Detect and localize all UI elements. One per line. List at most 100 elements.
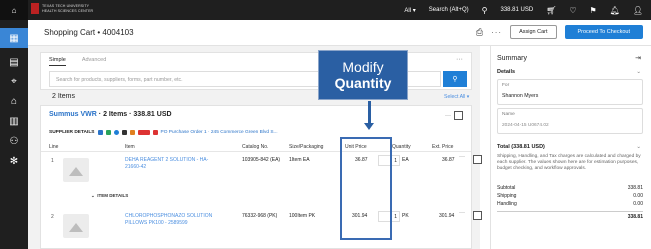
summary-title: Summary <box>497 55 527 62</box>
search-icon[interactable]: ⚲ <box>482 6 488 15</box>
main-content: Simple Advanced ··· Search for products,… <box>28 46 482 249</box>
row-checkbox[interactable] <box>473 155 482 164</box>
uom: EA <box>402 157 409 163</box>
product-image <box>63 214 89 238</box>
size-packaging: 1Item EA <box>289 157 310 163</box>
modify-quantity-callout: Modify Quantity <box>318 50 408 100</box>
people-nav-icon[interactable]: ⚇ <box>0 131 28 151</box>
logo: TEXAS TECH UNIVERSITY HEALTH SCIENCES CE… <box>31 3 93 14</box>
badge-icon <box>137 130 150 135</box>
logo-line1: TEXAS TECH UNIVERSITY <box>42 4 90 9</box>
collapse-panel-icon[interactable]: ⇥ <box>635 54 641 62</box>
chevron-down-icon[interactable]: ⌄ <box>636 144 641 150</box>
subtotal-value: 338.81 <box>627 185 643 191</box>
row-line-number: 1 <box>51 158 54 164</box>
po-link[interactable]: PO Purchase Order 1 · 245 Commerce Green… <box>161 130 278 135</box>
col-ext-price: Ext. Price <box>432 144 454 150</box>
cart-name-field[interactable]: Name 2024-04-15 U0674.02 <box>497 108 643 134</box>
catalog-number: 103905-842 (EA) <box>242 157 281 163</box>
table-header: Line Item Catalog No. Size/Packaging Uni… <box>41 142 471 152</box>
for-field[interactable]: For Shannon Myers <box>497 79 643 105</box>
chevron-down-icon[interactable]: ⌄ <box>636 69 641 75</box>
row-more-icon[interactable]: ··· <box>459 210 465 216</box>
cart-icon[interactable]: 🛒︎ <box>546 6 556 15</box>
uom: PK <box>402 213 409 219</box>
col-size: Size/Packaging <box>289 144 324 150</box>
for-label: For <box>502 83 510 88</box>
size-packaging: 100Item PK <box>289 213 316 219</box>
select-all-dropdown[interactable]: Select All ▾ <box>444 94 469 100</box>
for-value: Shannon Myers <box>502 93 539 99</box>
star-icon <box>121 130 127 135</box>
top-bar: ⌂ TEXAS TECH UNIVERSITY HEALTH SCIENCES … <box>0 0 651 20</box>
handling-value: 0.00 <box>633 201 643 207</box>
tab-advanced[interactable]: Advanced <box>82 57 106 66</box>
row-line-number: 2 <box>51 214 54 220</box>
cart-nav-icon[interactable]: ▦ <box>0 28 28 48</box>
warning-icon <box>129 130 135 135</box>
settings-nav-icon[interactable]: ✻ <box>0 151 28 171</box>
home-button[interactable]: ⌂ <box>0 0 28 20</box>
globe-icon <box>113 130 119 135</box>
total-heading[interactable]: Total (338.81 USD) <box>497 144 545 150</box>
callout-arrow <box>368 101 371 125</box>
home-icon: ⌂ <box>11 5 17 15</box>
product-image <box>63 158 89 182</box>
flag-icon <box>152 130 158 135</box>
flag-icon[interactable]: ⚑ <box>590 6 597 15</box>
assign-cart-button[interactable]: Assign Cart <box>510 25 557 39</box>
supplier-summary: · 2 Items · 338.81 USD <box>96 111 172 118</box>
search-button[interactable]: ⚲ <box>443 71 467 87</box>
row-more-icon[interactable]: ··· <box>459 154 465 160</box>
subtotal-row: Subtotal 338.81 <box>497 185 643 191</box>
logo-line2: HEALTH SCIENCES CENTER <box>42 8 94 13</box>
callout-line1: Modify <box>342 59 384 75</box>
callout-arrow-head <box>364 123 374 130</box>
panel-more-icon[interactable]: ··· <box>456 56 463 63</box>
shipping-value: 0.00 <box>633 193 643 199</box>
dollar-icon <box>105 130 111 135</box>
cart-total[interactable]: 338.81 USD <box>501 7 534 13</box>
item-name-link[interactable]: DEHA REAGENT 2 SOLUTION - HA-21660-42 <box>125 157 221 171</box>
catalog-number: 76332-968 (PK) <box>242 213 278 219</box>
heart-icon[interactable]: ♡ <box>569 6 576 15</box>
col-quantity: Quantity <box>392 144 411 150</box>
location-nav-icon[interactable]: ⌖ <box>0 71 28 91</box>
supplier-group: Summus VWR · 2 Items · 338.81 USD ··· SU… <box>40 105 482 249</box>
proceed-to-checkout-button[interactable]: Proceed To Checkout <box>564 25 643 39</box>
row-checkbox[interactable] <box>473 211 482 220</box>
callout-line2: Quantity <box>334 75 392 91</box>
bell-icon[interactable]: 🔔︎ <box>610 6 620 15</box>
documents-nav-icon[interactable]: ▤ <box>0 52 28 72</box>
ext-price: 301.94 <box>439 213 455 219</box>
shipping-label: Shipping <box>497 193 517 199</box>
page-title: Shopping Cart • 4004103 <box>44 28 134 37</box>
tab-simple[interactable]: Simple <box>49 57 66 66</box>
more-actions-icon[interactable]: ··· <box>491 28 502 37</box>
quantity-highlight-box <box>340 137 392 240</box>
item-name-link[interactable]: CHLOROPHOSPHONAZO SOLUTION PILLOWS PK100… <box>125 213 221 227</box>
shipping-row: Shipping 0.00 <box>497 193 643 199</box>
name-label: Name <box>502 112 515 117</box>
item-details-toggle[interactable]: ⌄ ITEM DETAILS <box>91 193 128 199</box>
print-icon[interactable]: ⎙ <box>476 27 483 38</box>
handling-label: Handling <box>497 201 517 207</box>
nav-rail: ▦ ▤ ⌖ ⌂ ▥ ⚇ ✻ <box>0 20 28 249</box>
supplier-more-icon[interactable]: ··· <box>445 113 451 119</box>
items-count: 2 Items <box>52 93 75 100</box>
handling-row: Handling 0.00 <box>497 201 643 207</box>
supplier-checkbox[interactable] <box>454 111 463 120</box>
total-row: 338.81 <box>497 211 643 220</box>
col-catalog: Catalog No. <box>242 144 269 150</box>
summary-panel: Summary ⇥ Details ⌄ For Shannon Myers Na… <box>490 46 651 249</box>
search-icon: ⚲ <box>452 76 458 83</box>
doc-icon <box>97 130 103 135</box>
supplier-name[interactable]: Summus VWR <box>49 111 97 118</box>
name-value: 2024-04-15 U0674.02 <box>502 123 549 128</box>
scope-dropdown[interactable]: All ▾ <box>404 7 415 14</box>
user-icon[interactable]: 👤︎ <box>633 6 643 15</box>
details-heading[interactable]: Details <box>497 69 515 75</box>
global-search-label[interactable]: Search (Alt+Q) <box>429 7 469 13</box>
chart-nav-icon[interactable]: ▥ <box>0 111 28 131</box>
bank-nav-icon[interactable]: ⌂ <box>0 91 28 111</box>
